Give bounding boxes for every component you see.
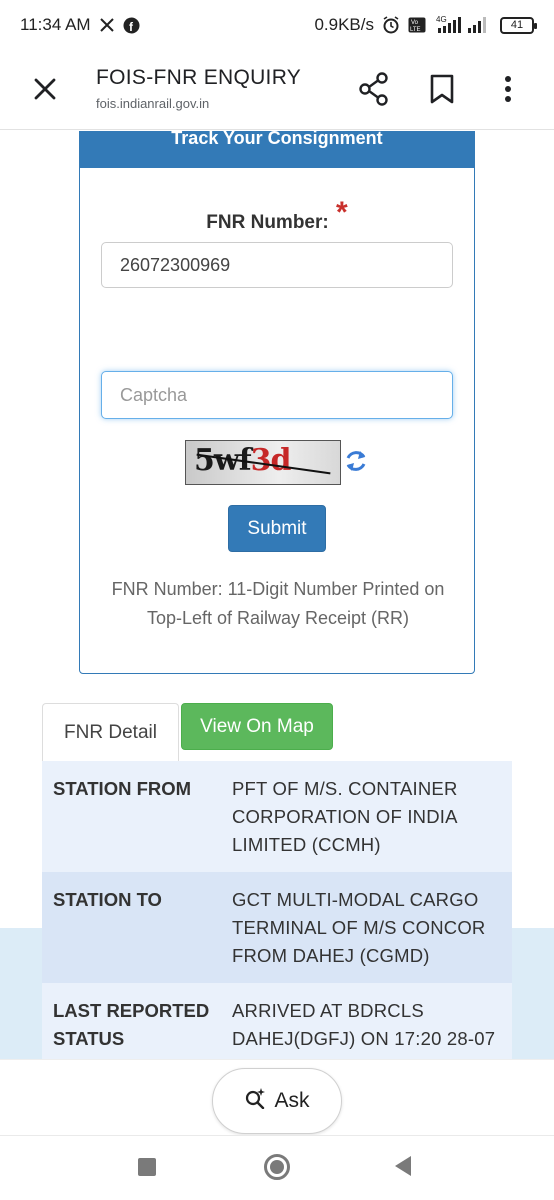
ask-sparkle-search-icon <box>244 1087 266 1115</box>
tab-view-on-map[interactable]: View On Map <box>181 703 333 750</box>
svg-text:LTE: LTE <box>410 27 421 33</box>
fnr-detail-table: STATION FROM PFT OF M/S. CONTAINER CORPO… <box>42 761 512 1059</box>
detail-key: STATION FROM <box>53 778 192 799</box>
captcha-image: 5wf3d <box>185 440 341 485</box>
share-icon[interactable] <box>358 72 390 106</box>
recent-apps-icon[interactable] <box>138 1158 156 1176</box>
table-row: STATION TO GCT MULTI-MODAL CARGO TERMINA… <box>42 872 512 983</box>
fnr-number-input[interactable] <box>101 242 453 288</box>
status-right: 0.9KB/s Vo LTE 4G 41 <box>314 15 537 35</box>
status-bar: 11:34 AM f 0.9KB/s Vo LTE 4G 41 <box>0 0 554 50</box>
status-left: 11:34 AM f <box>20 15 140 35</box>
fnr-number-label: FNR Number: <box>206 212 329 233</box>
battery-icon: 41 <box>500 16 537 34</box>
network-speed: 0.9KB/s <box>314 15 374 34</box>
more-vert-icon[interactable] <box>496 74 520 104</box>
table-row: STATION FROM PFT OF M/S. CONTAINER CORPO… <box>42 761 512 872</box>
ask-button[interactable]: Ask <box>212 1068 342 1134</box>
side-decoration-left <box>0 928 42 1059</box>
system-nav-bar <box>0 1135 554 1200</box>
required-marker: * <box>336 196 348 229</box>
refresh-captcha-icon[interactable] <box>343 448 369 474</box>
svg-text:Vo: Vo <box>411 20 419 26</box>
alarm-icon <box>382 16 400 34</box>
volte-icon: Vo LTE <box>408 17 426 33</box>
submit-button[interactable]: Submit <box>228 505 326 552</box>
detail-value: PFT OF M/S. CONTAINER CORPORATION OF IND… <box>232 778 458 855</box>
home-icon[interactable] <box>264 1154 290 1180</box>
detail-value: ARRIVED AT BDRCLS DAHEJ(DGFJ) ON 17:20 2… <box>232 1000 496 1049</box>
facebook-icon: f <box>123 17 140 34</box>
detail-key: LAST REPORTED STATUS <box>53 1000 210 1049</box>
fnr-label-row: FNR Number: * <box>80 196 474 236</box>
bookmark-icon[interactable] <box>428 74 456 104</box>
status-time: 11:34 AM <box>20 15 91 34</box>
network-type-label: 4G <box>436 15 447 24</box>
table-row: LAST REPORTED STATUS ARRIVED AT BDRCLS D… <box>42 983 512 1059</box>
page-url: fois.indianrail.gov.in <box>96 96 210 111</box>
track-consignment-card: Track Your Consignment FNR Number: * 5wf… <box>79 131 475 674</box>
back-icon[interactable] <box>395 1156 411 1176</box>
page-title: FOIS-FNR ENQUIRY <box>96 66 302 89</box>
tab-fnr-detail[interactable]: FNR Detail <box>42 703 179 763</box>
x-logo-icon <box>99 17 115 33</box>
captcha-text-part2: 3d <box>250 443 292 478</box>
detail-value: GCT MULTI-MODAL CARGO TERMINAL OF M/S CO… <box>232 889 486 966</box>
signal-icon: 4G <box>434 15 492 35</box>
app-bar: FOIS-FNR ENQUIRY fois.indianrail.gov.in <box>0 50 554 130</box>
side-decoration-right <box>512 928 554 1059</box>
battery-level: 41 <box>510 19 524 31</box>
page-content: Track Your Consignment FNR Number: * 5wf… <box>0 131 554 1059</box>
track-card-header: Track Your Consignment <box>80 131 474 168</box>
detail-key: STATION TO <box>53 889 162 910</box>
captcha-input[interactable] <box>101 371 453 419</box>
ask-bar: Ask <box>0 1059 554 1135</box>
fnr-help-text: FNR Number: 11-Digit Number Printed on T… <box>111 579 445 628</box>
close-icon[interactable] <box>30 74 60 104</box>
ask-label: Ask <box>274 1089 310 1112</box>
